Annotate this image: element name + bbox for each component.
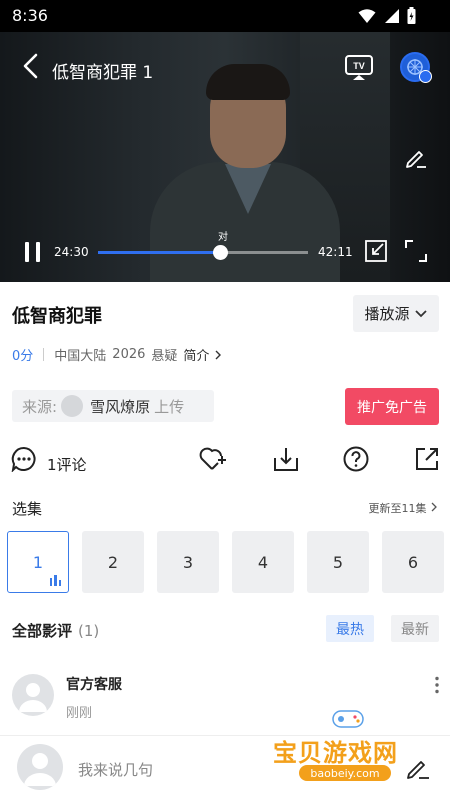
show-meta: 0分 中国大陆 2026 悬疑 简介	[12, 345, 222, 364]
video-player[interactable]: 低智商犯罪 1 TV 24:30 对 42:11	[0, 32, 450, 282]
progress-knob[interactable]	[212, 245, 228, 260]
episode-number: 4	[257, 552, 269, 572]
progress-fill	[98, 251, 220, 254]
intro-link-label: 简介	[183, 349, 210, 364]
source-select-label: 播放源	[364, 305, 410, 323]
back-icon[interactable]	[20, 52, 44, 80]
comment-icon[interactable]	[11, 446, 37, 472]
more-options-icon[interactable]	[434, 676, 440, 694]
battery-icon	[407, 7, 416, 24]
episode-button[interactable]: 1	[7, 531, 69, 593]
picture-in-picture-icon[interactable]	[364, 239, 388, 263]
show-year: 2026	[112, 347, 146, 362]
signal-icon	[385, 8, 399, 23]
progress-bar[interactable]	[98, 245, 308, 260]
episodes-heading: 选集	[12, 500, 43, 518]
verified-check-icon	[419, 70, 432, 83]
watermark-text: 宝贝游戏网	[273, 739, 398, 767]
reviews-count: (1)	[78, 622, 100, 640]
app-root: 8:36 低智商犯罪 1 TV 24:30 对 42:11 低智商犯罪 播放源 …	[0, 0, 450, 800]
pause-icon[interactable]	[24, 241, 42, 263]
user-avatar-badge[interactable]	[400, 52, 432, 83]
scene-person-hair	[206, 64, 290, 100]
episode-button[interactable]: 6	[382, 531, 444, 593]
comment-input[interactable]: 我来说几句	[78, 759, 153, 780]
edit-pen-icon[interactable]	[404, 145, 428, 169]
episode-number: 3	[182, 552, 194, 572]
episodes-update-link[interactable]: 更新至11集	[369, 500, 439, 516]
chevron-down-icon	[414, 309, 427, 317]
total-time: 42:11	[318, 245, 353, 259]
reviews-heading-label: 全部影评	[12, 622, 73, 640]
chevron-right-icon	[215, 350, 221, 360]
reviewer-avatar[interactable]	[12, 674, 54, 716]
subtitle-caption: 对	[218, 232, 228, 243]
uploader-info[interactable]: 来源: 雪风燎原 上传	[12, 390, 214, 422]
uploader-avatar	[61, 395, 84, 417]
user-placeholder-icon	[19, 683, 47, 712]
player-title: 低智商犯罪 1	[52, 63, 154, 83]
uploader-name: 雪风燎原	[90, 397, 151, 416]
uploader-suffix: 上传	[154, 397, 185, 416]
uploader-label: 来源:	[22, 397, 58, 416]
show-genre: 悬疑	[151, 349, 178, 364]
promo-ad-free-button[interactable]: 推广免广告	[345, 388, 439, 425]
status-icons	[358, 7, 416, 24]
tab-hottest[interactable]: 最热	[326, 615, 374, 642]
reviews-heading: 全部影评 (1)	[12, 620, 99, 641]
user-placeholder-icon	[24, 753, 56, 786]
cast-tv-label: TV	[353, 61, 365, 71]
episode-number: 5	[332, 552, 344, 572]
intro-link[interactable]: 简介	[183, 345, 221, 364]
chevron-right-icon	[431, 502, 437, 512]
show-region: 中国大陆	[54, 349, 107, 364]
show-score: 0分	[12, 349, 34, 364]
action-row: 1评论	[0, 446, 450, 480]
my-avatar	[17, 744, 63, 790]
comment-count[interactable]: 1评论	[47, 454, 87, 475]
episode-button[interactable]: 4	[232, 531, 294, 593]
status-bar: 8:36	[0, 0, 450, 32]
episode-button[interactable]: 3	[157, 531, 219, 593]
current-time: 24:30	[54, 245, 89, 259]
episode-button[interactable]: 2	[82, 531, 144, 593]
site-watermark: 宝贝游戏网 baobeiy.com	[273, 705, 421, 781]
wifi-icon	[358, 8, 376, 23]
cast-tv-icon[interactable]: TV	[344, 54, 374, 82]
episode-number: 1	[32, 552, 44, 572]
episode-button[interactable]: 5	[307, 531, 369, 593]
meta-divider	[43, 348, 45, 361]
reviewer-name[interactable]: 官方客服	[66, 674, 122, 694]
show-title: 低智商犯罪	[12, 306, 102, 327]
episode-number: 2	[107, 552, 119, 572]
episode-number: 6	[407, 552, 419, 572]
episodes-update-text: 更新至11集	[368, 502, 427, 515]
watermark-url: baobeiy.com	[299, 765, 391, 781]
share-icon[interactable]	[414, 446, 440, 472]
favorite-add-icon[interactable]	[199, 446, 227, 472]
now-playing-icon	[49, 575, 61, 586]
gamepad-icon	[332, 710, 364, 728]
help-icon[interactable]	[343, 446, 369, 472]
source-select-button[interactable]: 播放源	[353, 295, 439, 332]
download-icon[interactable]	[273, 446, 299, 472]
fullscreen-icon[interactable]	[404, 239, 428, 263]
episode-list: 1 2 3 4 5 6	[7, 531, 445, 593]
review-time: 刚刚	[66, 706, 93, 721]
tab-newest[interactable]: 最新	[391, 615, 439, 642]
status-time: 8:36	[12, 6, 48, 25]
